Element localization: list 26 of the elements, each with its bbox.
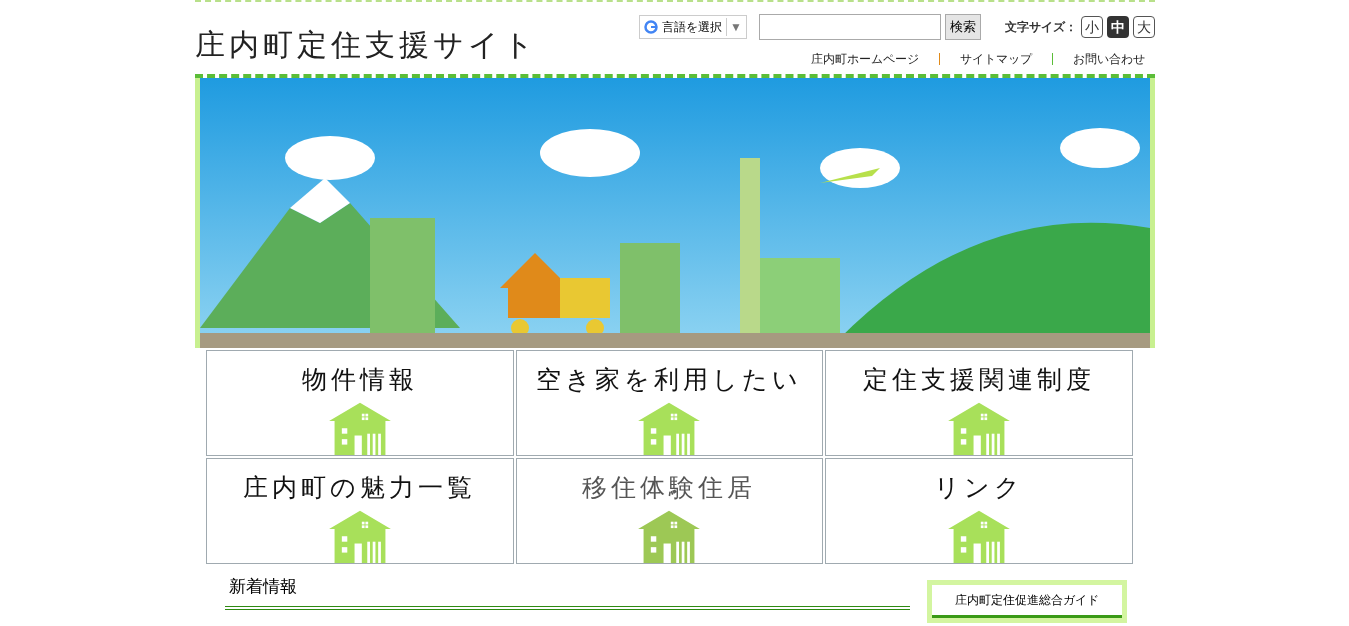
tile-label: 空き家を利用したい — [536, 364, 803, 396]
menu-tile[interactable]: リンク — [825, 458, 1133, 564]
font-size-label: 文字サイズ： — [1005, 19, 1077, 36]
tile-label: 物件情報 — [301, 364, 418, 396]
header-link[interactable]: 庄内町ホームページ — [811, 50, 919, 68]
menu-tile[interactable]: 移住体験住居 — [515, 458, 824, 564]
tile-label: 定住支援関連制度 — [863, 364, 1096, 396]
menu-tile[interactable]: 物件情報 — [206, 350, 514, 456]
font-size-option[interactable]: 中 — [1107, 16, 1129, 38]
guide-title[interactable]: 庄内町定住促進総合ガイド — [932, 585, 1122, 618]
font-size-option[interactable]: 大 — [1133, 16, 1155, 38]
font-size-option[interactable]: 小 — [1081, 16, 1103, 38]
google-icon — [644, 20, 659, 34]
news-heading: 新着情報 — [225, 574, 910, 610]
translate-select[interactable]: 言語を選択 ▼ — [639, 15, 747, 39]
tile-label: 庄内町の魅力一覧 — [243, 472, 477, 504]
header-link[interactable]: サイトマップ — [960, 50, 1032, 68]
menu-tile[interactable]: 庄内町の魅力一覧 — [206, 458, 514, 564]
header-link[interactable]: お問い合わせ — [1073, 50, 1145, 68]
site-title[interactable]: 庄内町定住支援サイト — [195, 2, 538, 74]
search-button[interactable]: 検索 — [945, 14, 981, 40]
tile-label: リンク — [934, 472, 1025, 504]
menu-tile[interactable]: 空き家を利用したい — [515, 350, 824, 456]
menu-tile[interactable]: 定住支援関連制度 — [825, 350, 1133, 456]
search-field[interactable] — [759, 14, 941, 40]
tile-label: 移住体験住居 — [582, 472, 757, 504]
